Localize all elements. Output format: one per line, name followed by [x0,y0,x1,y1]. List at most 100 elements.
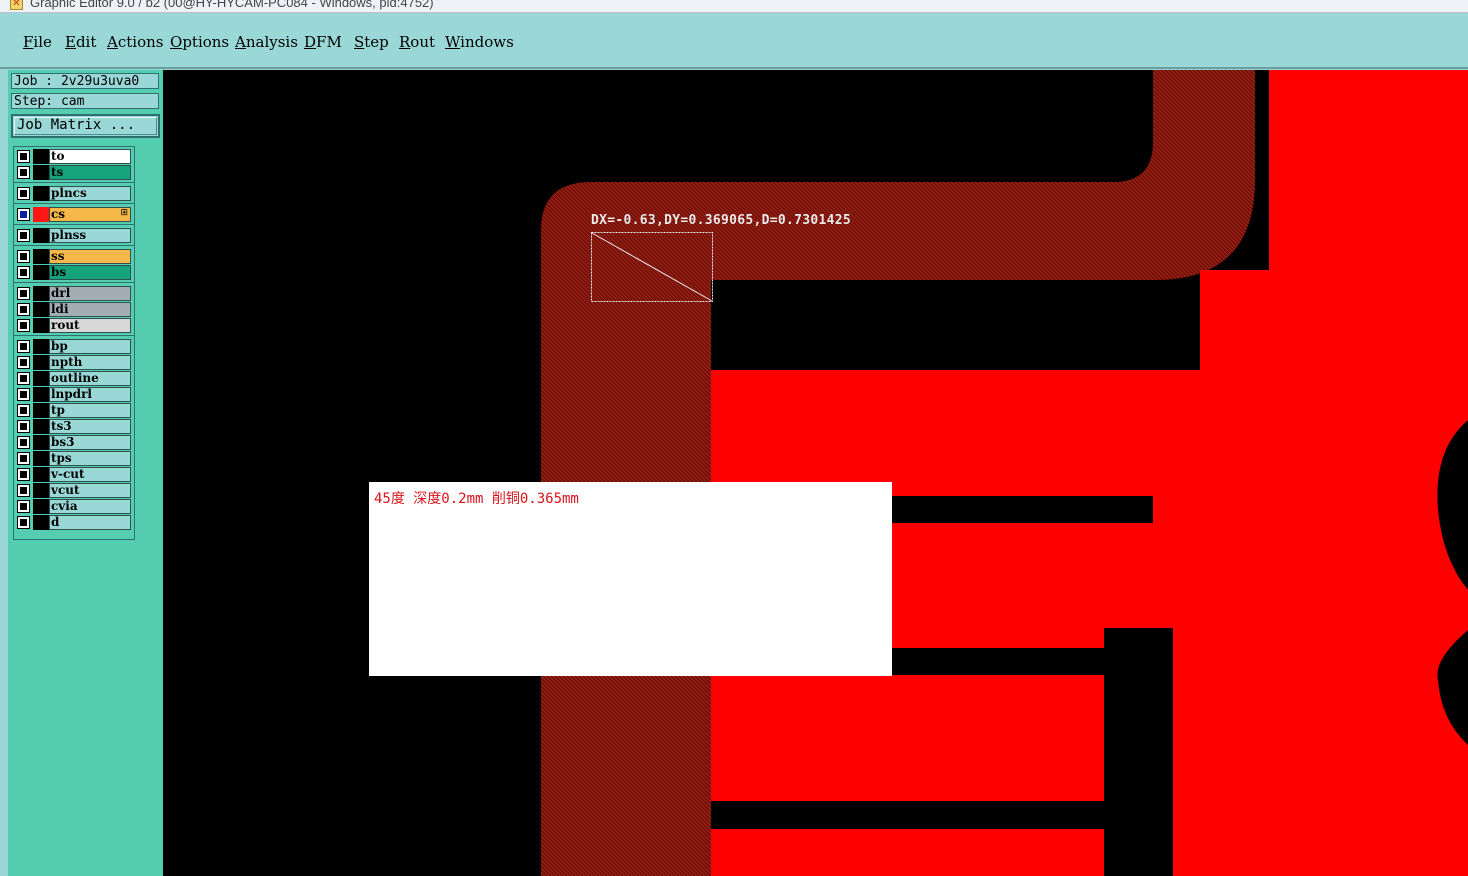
layer-checkbox[interactable] [17,287,30,300]
layer-row-outline[interactable]: outline [14,371,134,386]
layer-name[interactable]: rout [49,318,131,333]
layer-name[interactable]: v-cut [49,467,131,482]
layer-color-swatch[interactable] [33,265,49,280]
layer-color-swatch[interactable] [33,419,49,434]
layer-color-swatch[interactable] [33,499,49,514]
layer-row-d[interactable]: d [14,515,134,530]
layer-row-ts3[interactable]: ts3 [14,419,134,434]
layer-name[interactable]: bs [49,265,131,280]
layer-color-swatch[interactable] [33,286,49,301]
layer-color-swatch[interactable] [33,207,49,222]
layer-checkbox[interactable] [17,388,30,401]
layer-name[interactable]: ts [49,165,131,180]
layer-row-vcut[interactable]: vcut [14,483,134,498]
layer-color-swatch[interactable] [33,515,49,530]
layer-color-swatch[interactable] [33,403,49,418]
layer-color-swatch[interactable] [33,483,49,498]
annotation-note[interactable]: 45度 深度0.2mm 削铜0.365mm [369,482,892,676]
layer-name[interactable]: plnss [49,228,131,243]
layer-checkbox[interactable] [17,208,30,221]
layer-color-swatch[interactable] [33,186,49,201]
layer-row-bs3[interactable]: bs3 [14,435,134,450]
layer-color-swatch[interactable] [33,165,49,180]
layer-checkbox[interactable] [17,356,30,369]
layer-row-lnpdrl[interactable]: lnpdrl [14,387,134,402]
layer-color-swatch[interactable] [33,387,49,402]
menu-windows[interactable]: Windows [445,33,514,51]
layer-row-ss[interactable]: ss [14,249,134,264]
layer-checkbox[interactable] [17,187,30,200]
layer-name[interactable]: drl [49,286,131,301]
layer-checkbox[interactable] [17,150,30,163]
layer-name[interactable]: tps [49,451,131,466]
layer-row-to[interactable]: to [14,149,134,164]
layer-checkbox[interactable] [17,420,30,433]
layer-color-swatch[interactable] [33,467,49,482]
layer-name[interactable]: lnpdrl [49,387,131,402]
layer-checkbox[interactable] [17,500,30,513]
layer-row-ldi[interactable]: ldi [14,302,134,317]
layer-checkbox[interactable] [17,468,30,481]
layer-color-swatch[interactable] [33,249,49,264]
layer-row-cs[interactable]: cs ⊞ [14,207,134,222]
layer-name[interactable]: tp [49,403,131,418]
layer-row-plncs[interactable]: plncs [14,186,134,201]
layer-color-swatch[interactable] [33,451,49,466]
layer-checkbox[interactable] [17,229,30,242]
layer-color-swatch[interactable] [33,149,49,164]
layer-color-swatch[interactable] [33,355,49,370]
layer-row-ts[interactable]: ts [14,165,134,180]
layer-checkbox[interactable] [17,484,30,497]
layer-row-bs[interactable]: bs [14,265,134,280]
layer-color-swatch[interactable] [33,371,49,386]
layer-checkbox[interactable] [17,250,30,263]
layer-checkbox[interactable] [17,319,30,332]
layer-checkbox[interactable] [17,372,30,385]
layer-name[interactable]: bp [49,339,131,354]
layer-name[interactable]: outline [49,371,131,386]
layer-row-bp[interactable]: bp [14,339,134,354]
layer-row-tp[interactable]: tp [14,403,134,418]
layer-row-npth[interactable]: npth [14,355,134,370]
menu-edit[interactable]: Edit [65,33,96,51]
layer-name[interactable]: bs3 [49,435,131,450]
layer-name[interactable]: ss [49,249,131,264]
layer-checkbox[interactable] [17,404,30,417]
graphic-canvas[interactable]: DX=-0.63,DY=0.369065,D=0.7301425 45度 深度0… [163,70,1468,876]
layer-checkbox[interactable] [17,516,30,529]
layer-checkbox[interactable] [17,303,30,316]
layer-color-swatch[interactable] [33,435,49,450]
layer-row-v-cut[interactable]: v-cut [14,467,134,482]
menu-file[interactable]: File [23,33,52,51]
layer-name[interactable]: vcut [49,483,131,498]
layer-row-cvia[interactable]: cvia [14,499,134,514]
menu-options[interactable]: Options [170,33,229,51]
layer-row-plnss[interactable]: plnss [14,228,134,243]
layer-color-swatch[interactable] [33,318,49,333]
layer-name[interactable]: cs ⊞ [49,207,131,222]
layer-color-swatch[interactable] [33,228,49,243]
layer-name[interactable]: to [49,149,131,164]
layer-checkbox[interactable] [17,266,30,279]
menu-analysis[interactable]: Analysis [235,33,298,51]
layer-checkbox[interactable] [17,452,30,465]
layer-name[interactable]: cvia [49,499,131,514]
menu-actions[interactable]: Actions [107,33,163,51]
layer-row-rout[interactable]: rout [14,318,134,333]
menu-dfm[interactable]: DFM [304,33,342,51]
layer-name[interactable]: npth [49,355,131,370]
layer-checkbox[interactable] [17,340,30,353]
layer-color-swatch[interactable] [33,302,49,317]
layer-row-drl[interactable]: drl [14,286,134,301]
menu-step[interactable]: Step [354,33,389,51]
layer-checkbox[interactable] [17,436,30,449]
layer-name[interactable]: ldi [49,302,131,317]
layer-checkbox[interactable] [17,166,30,179]
menu-rout[interactable]: Rout [399,33,435,51]
layer-name[interactable]: ts3 [49,419,131,434]
layer-row-tps[interactable]: tps [14,451,134,466]
layer-color-swatch[interactable] [33,339,49,354]
job-matrix-button[interactable]: Job Matrix ... [11,114,160,138]
layer-name[interactable]: plncs [49,186,131,201]
layer-name[interactable]: d [49,515,131,530]
